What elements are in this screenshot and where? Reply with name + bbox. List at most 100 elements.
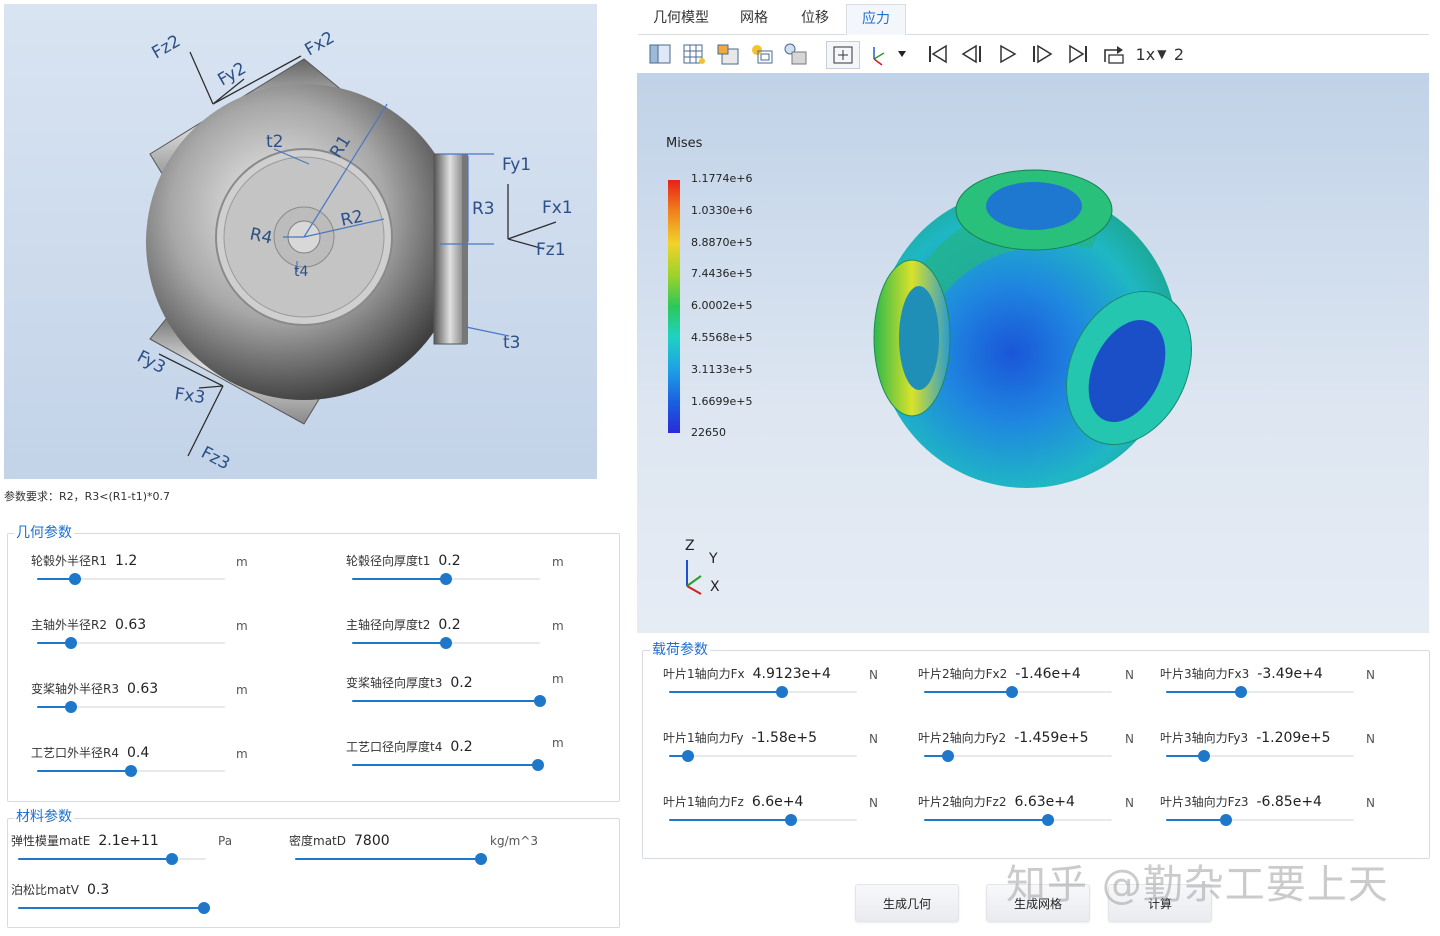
slider-knob[interactable] <box>166 853 179 865</box>
param-slider[interactable] <box>295 852 487 866</box>
label-fx3: Fx3 <box>173 384 206 408</box>
param-slider[interactable] <box>669 813 857 827</box>
param-slider[interactable] <box>924 749 1112 763</box>
previous-frame-icon[interactable] <box>958 41 986 67</box>
param-value[interactable]: 0.63 <box>115 617 146 633</box>
param-slider[interactable] <box>37 636 225 650</box>
param-name: 叶片3轴向力Fx3 <box>1160 667 1250 681</box>
slider-knob[interactable] <box>1235 686 1248 698</box>
param-slider[interactable] <box>18 901 210 915</box>
slider-knob[interactable] <box>440 637 452 649</box>
slider-knob[interactable] <box>1197 750 1210 762</box>
param-value[interactable]: 0.3 <box>87 882 109 898</box>
param-value[interactable]: 0.4 <box>127 745 149 761</box>
param-unit: N <box>1125 796 1134 810</box>
param-value[interactable]: -1.209e+5 <box>1256 730 1330 746</box>
slider-knob[interactable] <box>1006 686 1019 698</box>
param-slider[interactable] <box>1166 749 1354 763</box>
param-value[interactable]: 6.6e+4 <box>752 794 804 810</box>
first-frame-icon[interactable] <box>924 41 952 67</box>
tab-mesh[interactable]: 网格 <box>724 4 784 33</box>
param-value[interactable]: 0.2 <box>438 617 460 633</box>
param-unit: N <box>1366 732 1375 746</box>
param-slider[interactable] <box>924 685 1112 699</box>
stress-viewport[interactable]: Mises 1.1774e+6 1.0330e+6 8.8870e+5 7.4436e… <box>637 73 1429 633</box>
slider-knob[interactable] <box>942 750 955 762</box>
slider-knob[interactable] <box>475 853 487 865</box>
slider-knob[interactable] <box>785 814 798 826</box>
param-value[interactable]: 0.2 <box>438 553 460 569</box>
param-slider[interactable] <box>669 749 857 763</box>
view-transparent-icon[interactable] <box>782 41 810 67</box>
slider-knob[interactable] <box>198 902 210 914</box>
slider-knob[interactable] <box>534 695 546 707</box>
param-value[interactable]: 0.63 <box>127 681 158 697</box>
slider-knob[interactable] <box>1220 814 1233 826</box>
param-slider[interactable] <box>352 758 545 772</box>
param-value[interactable]: -1.459e+5 <box>1014 730 1088 746</box>
param-slider[interactable] <box>1166 813 1354 827</box>
slider-knob[interactable] <box>440 573 452 585</box>
param-slider[interactable] <box>352 636 540 650</box>
param-unit: Pa <box>218 834 233 848</box>
param-slider[interactable] <box>37 764 225 778</box>
param-label: 叶片3轴向力Fy3 -1.209e+5 <box>1160 729 1331 746</box>
param-value[interactable]: -3.49e+4 <box>1257 666 1322 682</box>
generate-geometry-button[interactable]: 生成几何 <box>855 884 959 922</box>
slider-knob[interactable] <box>64 701 77 713</box>
slider-knob[interactable] <box>775 686 788 698</box>
param-slider[interactable] <box>924 813 1112 827</box>
param-slider[interactable] <box>352 572 540 586</box>
slider-fill <box>18 907 204 909</box>
label-fy2: Fy2 <box>215 58 250 90</box>
view-mesh-filled-icon[interactable] <box>714 41 742 67</box>
param-unit: m <box>236 555 248 569</box>
play-icon[interactable] <box>994 41 1022 67</box>
legend-tick-label: 6.0002e+5 <box>691 299 753 313</box>
slider-fill <box>37 770 131 772</box>
param-value[interactable]: -6.85e+4 <box>1256 794 1321 810</box>
param-value[interactable]: 0.2 <box>450 675 472 691</box>
tab-displacement[interactable]: 位移 <box>784 4 846 33</box>
loop-icon[interactable] <box>1100 41 1128 67</box>
param-value[interactable]: 6.63e+4 <box>1014 794 1074 810</box>
slider-knob[interactable] <box>681 750 694 762</box>
param-label: 叶片1轴向力Fz 6.6e+4 <box>663 793 803 810</box>
slider-knob[interactable] <box>64 637 77 649</box>
slider-knob[interactable] <box>1042 814 1055 826</box>
param-slider[interactable] <box>37 700 225 714</box>
view-solid-icon[interactable] <box>646 41 674 67</box>
view-mesh-icon[interactable] <box>680 41 708 67</box>
param-slider[interactable] <box>1166 685 1354 699</box>
param-label: 密度matD 7800 <box>289 832 390 849</box>
param-slider[interactable] <box>37 572 225 586</box>
param-value[interactable]: 1.2 <box>115 553 137 569</box>
param-value[interactable]: 4.9123e+4 <box>753 666 831 682</box>
slider-knob[interactable] <box>68 573 81 585</box>
watermark: 知乎 @勤杂工要上天 <box>1006 862 1389 908</box>
param-value[interactable]: -1.58e+5 <box>752 730 817 746</box>
param-slider[interactable] <box>669 685 857 699</box>
axis-orientation-dropdown[interactable] <box>866 41 910 67</box>
param-name: 叶片1轴向力Fx <box>663 667 745 681</box>
fit-view-icon[interactable] <box>826 41 860 69</box>
param-value[interactable]: 0.2 <box>450 739 472 755</box>
tab-stress[interactable]: 应力 <box>846 4 906 35</box>
caret-down-icon: ▼ <box>1157 47 1167 61</box>
next-frame-icon[interactable] <box>1028 41 1056 67</box>
param-value[interactable]: -1.46e+4 <box>1015 666 1080 682</box>
slider-knob[interactable] <box>532 759 545 771</box>
param-value[interactable]: 2.1e+11 <box>98 833 158 849</box>
speed-dropdown[interactable]: 1x ▼ <box>1134 41 1168 67</box>
param-slider[interactable] <box>18 852 206 866</box>
view-wireframe-icon[interactable] <box>748 41 776 67</box>
slider-knob[interactable] <box>125 765 137 777</box>
tab-geometry[interactable]: 几何模型 <box>638 4 724 33</box>
legend-tick-label: 1.1774e+6 <box>691 172 753 185</box>
last-frame-icon[interactable] <box>1064 41 1092 67</box>
param-slider[interactable] <box>352 694 546 708</box>
param-label: 变桨轴外半径R3 0.63 <box>31 680 158 697</box>
param-value[interactable]: 7800 <box>354 833 390 849</box>
param-unit: m <box>236 747 248 761</box>
param-name: 泊松比matV <box>11 883 79 897</box>
